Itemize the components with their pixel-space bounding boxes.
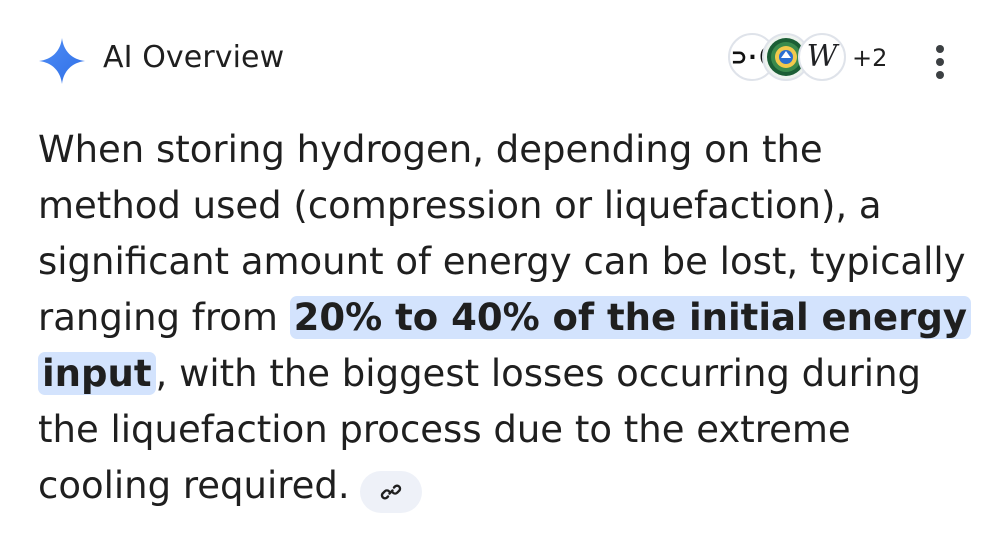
source-link-button[interactable] <box>359 471 422 513</box>
wikipedia-icon: W <box>806 39 838 74</box>
ai-overview-title: AI Overview <box>103 40 285 75</box>
more-sources-count[interactable]: +2 <box>852 43 887 73</box>
answer-text: , with the biggest losses occurring duri… <box>38 352 922 507</box>
ai-overview-header: AI Overview ⊃·C W +2 <box>0 0 1000 120</box>
overview-answer: When storing hydrogen, depending on the … <box>38 122 971 514</box>
source-avatar[interactable]: W <box>798 33 846 81</box>
gemini-spark-icon <box>39 38 85 84</box>
more-vert-icon[interactable] <box>928 38 952 86</box>
link-icon <box>380 484 401 500</box>
